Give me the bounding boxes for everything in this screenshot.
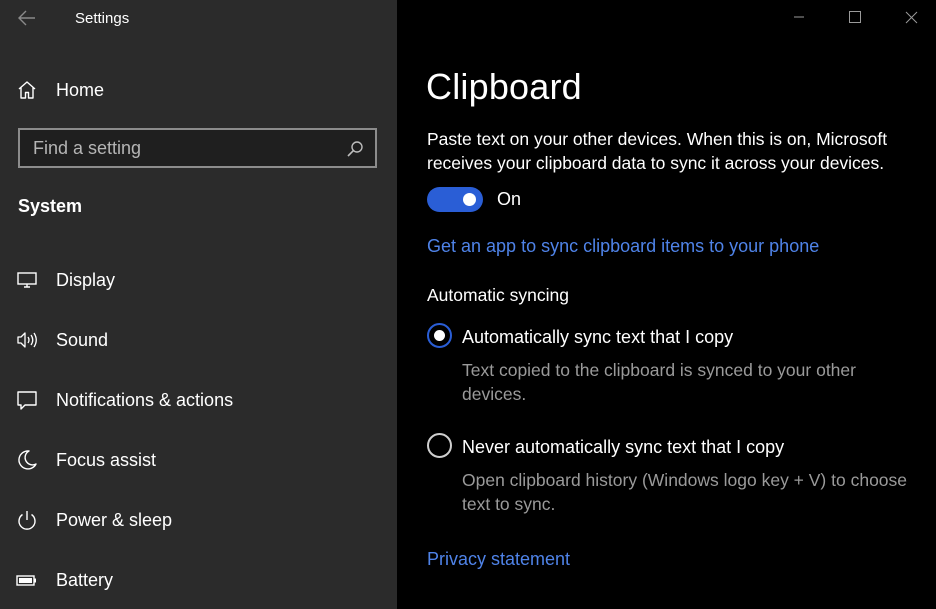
section-heading-system: System (18, 196, 83, 216)
moon-icon (16, 449, 38, 471)
sidebar-item-power-sleep[interactable]: Power & sleep (0, 495, 397, 545)
sidebar-item-label: Display (56, 269, 116, 290)
toggle-knob (463, 193, 476, 206)
close-icon (905, 11, 917, 23)
sidebar-item-label: Focus assist (56, 449, 157, 470)
home-icon (16, 79, 38, 101)
minimize-button[interactable] (776, 0, 822, 34)
auto-sync-description: Text copied to the clipboard is synced t… (462, 360, 856, 404)
notifications-icon (16, 389, 38, 411)
sidebar-item-label: Power & sleep (56, 509, 173, 530)
battery-icon (16, 569, 38, 591)
sidebar-item-sound[interactable]: Sound (0, 315, 397, 365)
sidebar-item-label: Home (56, 79, 105, 100)
sidebar-item-notifications[interactable]: Notifications & actions (0, 375, 397, 425)
power-icon (16, 509, 38, 531)
close-button[interactable] (888, 0, 934, 34)
automatic-syncing-heading: Automatic syncing (427, 285, 570, 305)
privacy-statement-link[interactable]: Privacy statement (427, 549, 570, 570)
maximize-button[interactable] (832, 0, 878, 34)
sync-description: Paste text on your other devices. When t… (427, 129, 888, 173)
back-button[interactable] (14, 6, 40, 30)
sidebar-item-focus-assist[interactable]: Focus assist (0, 435, 397, 485)
window-title: Settings (75, 10, 130, 27)
sidebar-item-battery[interactable]: Battery (0, 555, 397, 605)
search-input[interactable] (20, 130, 340, 166)
sync-toggle[interactable] (427, 187, 483, 212)
sound-icon (16, 329, 38, 351)
sidebar-item-label: Sound (56, 329, 109, 350)
sidebar-item-home[interactable]: Home (0, 72, 397, 108)
back-arrow-icon (18, 10, 35, 26)
never-sync-description: Open clipboard history (Windows logo key… (462, 470, 908, 514)
page-title: Clipboard (426, 66, 582, 107)
toggle-state-label: On (497, 189, 522, 209)
sync-phone-link[interactable]: Get an app to sync clipboard items to yo… (427, 236, 819, 257)
sidebar-item-display[interactable]: Display (0, 255, 397, 305)
maximize-icon (849, 11, 861, 23)
auto-sync-label[interactable]: Automatically sync text that I copy (462, 327, 733, 348)
sidebar-item-label: Notifications & actions (56, 389, 234, 410)
sidebar: Settings Home System Display (0, 0, 397, 609)
search-box (18, 128, 377, 168)
search-icon[interactable] (345, 139, 365, 159)
never-sync-radio[interactable] (427, 433, 452, 458)
sidebar-item-label: Battery (56, 569, 114, 590)
auto-sync-radio[interactable] (427, 323, 452, 348)
never-sync-label[interactable]: Never automatically sync text that I cop… (462, 437, 784, 458)
minimize-icon (794, 16, 804, 18)
display-icon (16, 269, 38, 291)
